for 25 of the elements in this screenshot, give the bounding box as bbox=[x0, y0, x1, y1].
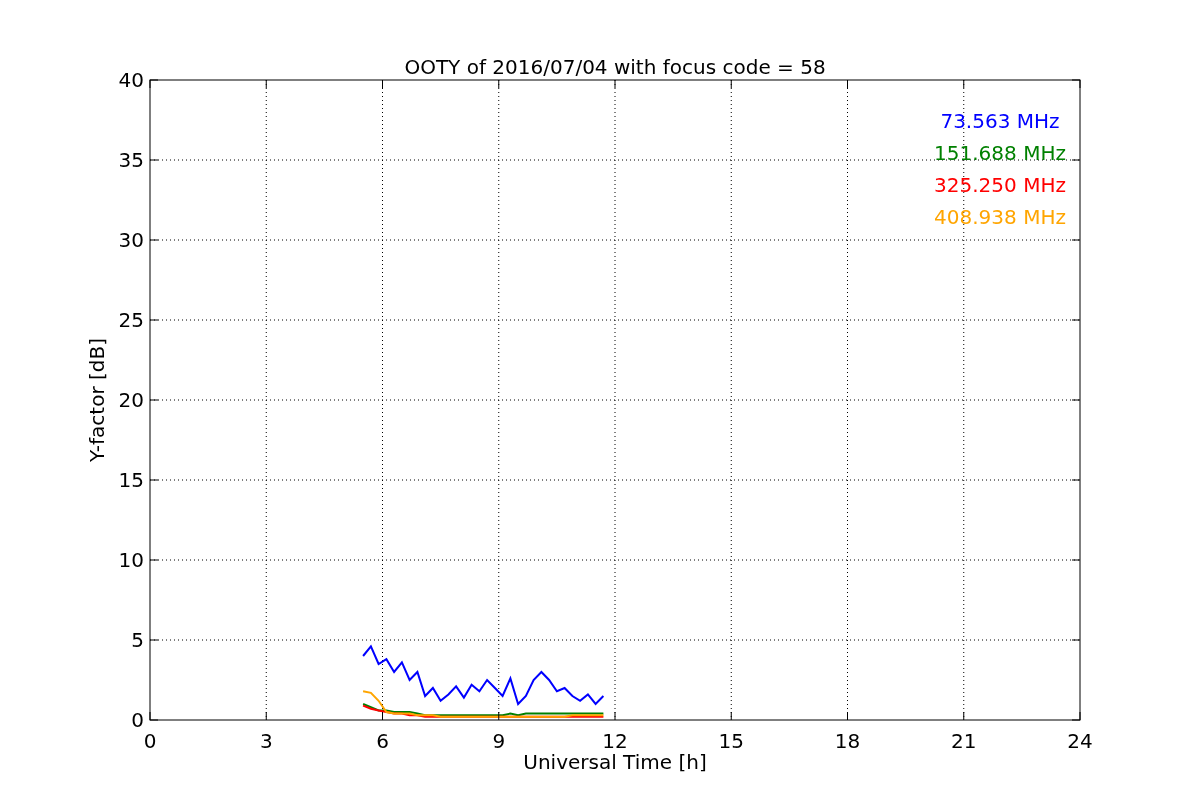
x-tick-label: 12 bbox=[602, 729, 628, 753]
legend-label: 73.563 MHz bbox=[940, 109, 1060, 133]
y-tick-label: 25 bbox=[118, 308, 144, 332]
y-tick-label: 0 bbox=[131, 708, 144, 732]
x-tick-label: 6 bbox=[376, 729, 389, 753]
x-tick-label: 0 bbox=[143, 729, 157, 753]
x-tick-label: 24 bbox=[1067, 729, 1093, 753]
x-tick-label: 15 bbox=[718, 729, 744, 753]
y-tick-label: 40 bbox=[118, 68, 144, 92]
legend-label: 325.250 MHz bbox=[934, 173, 1066, 197]
x-axis-label: Universal Time [h] bbox=[523, 750, 707, 774]
chart-title: OOTY of 2016/07/04 with focus code = 58 bbox=[404, 55, 826, 79]
y-tick-label: 5 bbox=[131, 628, 144, 652]
legend-label: 408.938 MHz bbox=[934, 205, 1066, 229]
x-tick-label: 21 bbox=[951, 729, 977, 753]
x-tick-label: 18 bbox=[834, 729, 861, 753]
legend-label: 151.688 MHz bbox=[934, 141, 1066, 165]
y-tick-label: 30 bbox=[118, 228, 144, 252]
y-tick-label: 20 bbox=[118, 388, 144, 412]
y-tick-label: 10 bbox=[118, 548, 144, 572]
y-axis-label: Y-factor [dB] bbox=[85, 338, 109, 462]
x-tick-label: 9 bbox=[492, 729, 506, 753]
y-tick-label: 35 bbox=[118, 148, 144, 172]
x-tick-label: 3 bbox=[259, 729, 273, 753]
y-tick-label: 15 bbox=[118, 468, 144, 492]
